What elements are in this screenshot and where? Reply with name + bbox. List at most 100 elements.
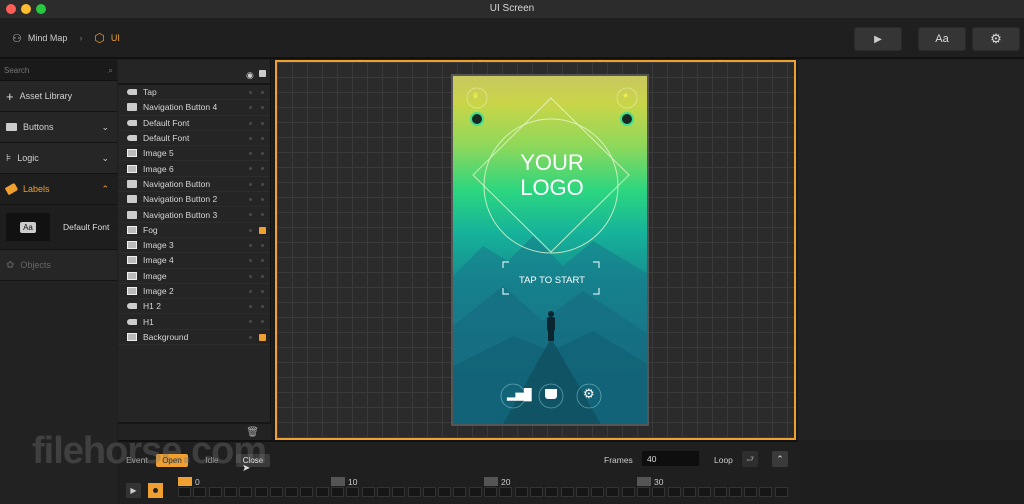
keyframe-marker[interactable] [484,477,498,486]
visibility-toggle[interactable] [249,121,252,125]
frame-cell[interactable] [468,487,482,497]
frame-cell[interactable] [392,487,406,497]
section-buttons[interactable]: Buttons ⌄ [0,112,117,143]
timeline-record-button[interactable] [148,483,163,498]
frame-cell[interactable] [499,487,513,497]
stats-icon[interactable]: ▂▅█ [507,388,532,401]
breadcrumb-ui[interactable]: UI [111,33,120,43]
layer-row[interactable]: Image 5 [118,146,270,162]
frame-cell[interactable] [422,487,436,497]
lock-icon[interactable] [259,333,266,341]
layer-row[interactable]: Default Font [118,131,270,147]
lock-toggle[interactable] [261,320,264,324]
anchor-handle-left[interactable] [470,112,484,126]
layer-row[interactable]: Fog [118,223,270,238]
label-asset-default-font[interactable]: Aa Default Font [0,205,117,250]
lock-toggle[interactable] [261,91,264,94]
frame-cell[interactable] [178,487,191,497]
settings-icon[interactable]: ⚙ [583,386,595,402]
frame-cell[interactable] [269,487,283,497]
frame-cell[interactable] [621,487,635,497]
frame-cell[interactable] [438,487,452,497]
frame-cell[interactable] [484,487,497,497]
play-button[interactable]: ▶ [854,27,902,51]
lock-toggle[interactable] [261,121,264,125]
frame-cell[interactable] [453,487,467,497]
minimize-window-button[interactable] [21,4,31,14]
section-objects[interactable]: ✿ Objects [0,250,117,281]
lock-toggle[interactable] [261,305,264,309]
anchor-handle-right[interactable] [620,112,634,126]
tap-to-start-button[interactable]: TAP TO START [453,275,647,286]
layer-row[interactable]: Tap [118,85,270,101]
layer-row[interactable]: H1 [118,314,270,330]
frame-cell[interactable] [682,487,696,497]
font-button[interactable]: Aa [918,27,966,51]
visibility-toggle[interactable] [249,228,252,232]
lock-toggle[interactable] [261,106,264,110]
frame-cell[interactable] [376,487,390,497]
visibility-toggle[interactable] [249,243,252,247]
visibility-toggle[interactable] [249,213,252,217]
lock-toggle[interactable] [261,213,264,217]
frame-cell[interactable] [193,487,207,497]
section-labels[interactable]: Labels ⌃ [0,174,117,205]
frame-cell[interactable] [285,487,299,497]
lock-toggle[interactable] [261,289,264,293]
frame-cell[interactable] [591,487,605,497]
visibility-toggle[interactable] [249,91,252,94]
lock-toggle[interactable] [261,243,264,247]
layer-row[interactable]: Image 4 [118,253,270,269]
section-logic[interactable]: ⊧ Logic ⌄ [0,143,117,174]
frame-cell[interactable] [315,487,329,497]
frame-cell[interactable] [208,487,222,497]
layer-row[interactable]: H1 2 [118,299,270,315]
frame-cell[interactable] [346,487,360,497]
search-input[interactable]: Search ⌕ [0,60,117,81]
visibility-toggle[interactable] [249,289,252,293]
visibility-toggle[interactable] [249,259,252,263]
frame-cell[interactable] [529,487,543,497]
layer-row[interactable]: Navigation Button 2 [118,192,270,208]
breadcrumb-mind-map[interactable]: Mind Map [28,33,68,43]
maximize-window-button[interactable] [36,4,46,14]
visibility-toggle[interactable] [249,136,252,140]
frame-cell[interactable] [774,487,788,497]
lock-icon[interactable] [259,226,266,234]
visibility-toggle[interactable] [249,274,252,278]
loop-toggle[interactable]: ⮐ [742,451,758,467]
lock-toggle[interactable] [261,198,264,202]
frame-cell[interactable] [331,487,344,497]
layer-row[interactable]: Default Font [118,116,270,131]
lock-toggle[interactable] [261,182,264,186]
layer-row[interactable]: Image [118,269,270,284]
frame-cell[interactable] [575,487,589,497]
frame-cell[interactable] [254,487,268,497]
frame-cell[interactable] [239,487,253,497]
lock-toggle[interactable] [261,136,264,140]
visibility-toggle[interactable] [249,335,252,339]
frame-cell[interactable] [407,487,421,497]
frame-cell[interactable] [652,487,666,497]
timeline-play-button[interactable]: ▶ [126,483,141,498]
frame-cell[interactable] [514,487,528,497]
collapse-button[interactable]: ⌃ [772,451,788,467]
frame-cell[interactable] [728,487,742,497]
layer-row[interactable]: Image 3 [118,238,270,254]
layer-row[interactable]: Image 2 [118,284,270,300]
lock-toggle[interactable] [261,152,264,156]
frame-cell[interactable] [667,487,681,497]
frame-cell[interactable] [637,487,650,497]
frame-cell[interactable] [223,487,237,497]
layer-row[interactable]: Navigation Button [118,177,270,193]
frames-input[interactable]: 40 [642,451,699,466]
frame-cell[interactable] [698,487,712,497]
frame-cell[interactable] [759,487,773,497]
layer-row[interactable]: Navigation Button 4 [118,100,270,116]
section-asset-library[interactable]: + Asset Library [0,81,117,112]
lock-toggle[interactable] [261,167,264,171]
settings-button[interactable]: ⚙ [972,27,1020,51]
visibility-toggle[interactable] [249,198,252,202]
lock-toggle[interactable] [261,259,264,263]
ui-screen-preview[interactable]: ♛ ★ YOUR LOGO TAP TO START ▂▅█ ⚙ [451,74,649,426]
